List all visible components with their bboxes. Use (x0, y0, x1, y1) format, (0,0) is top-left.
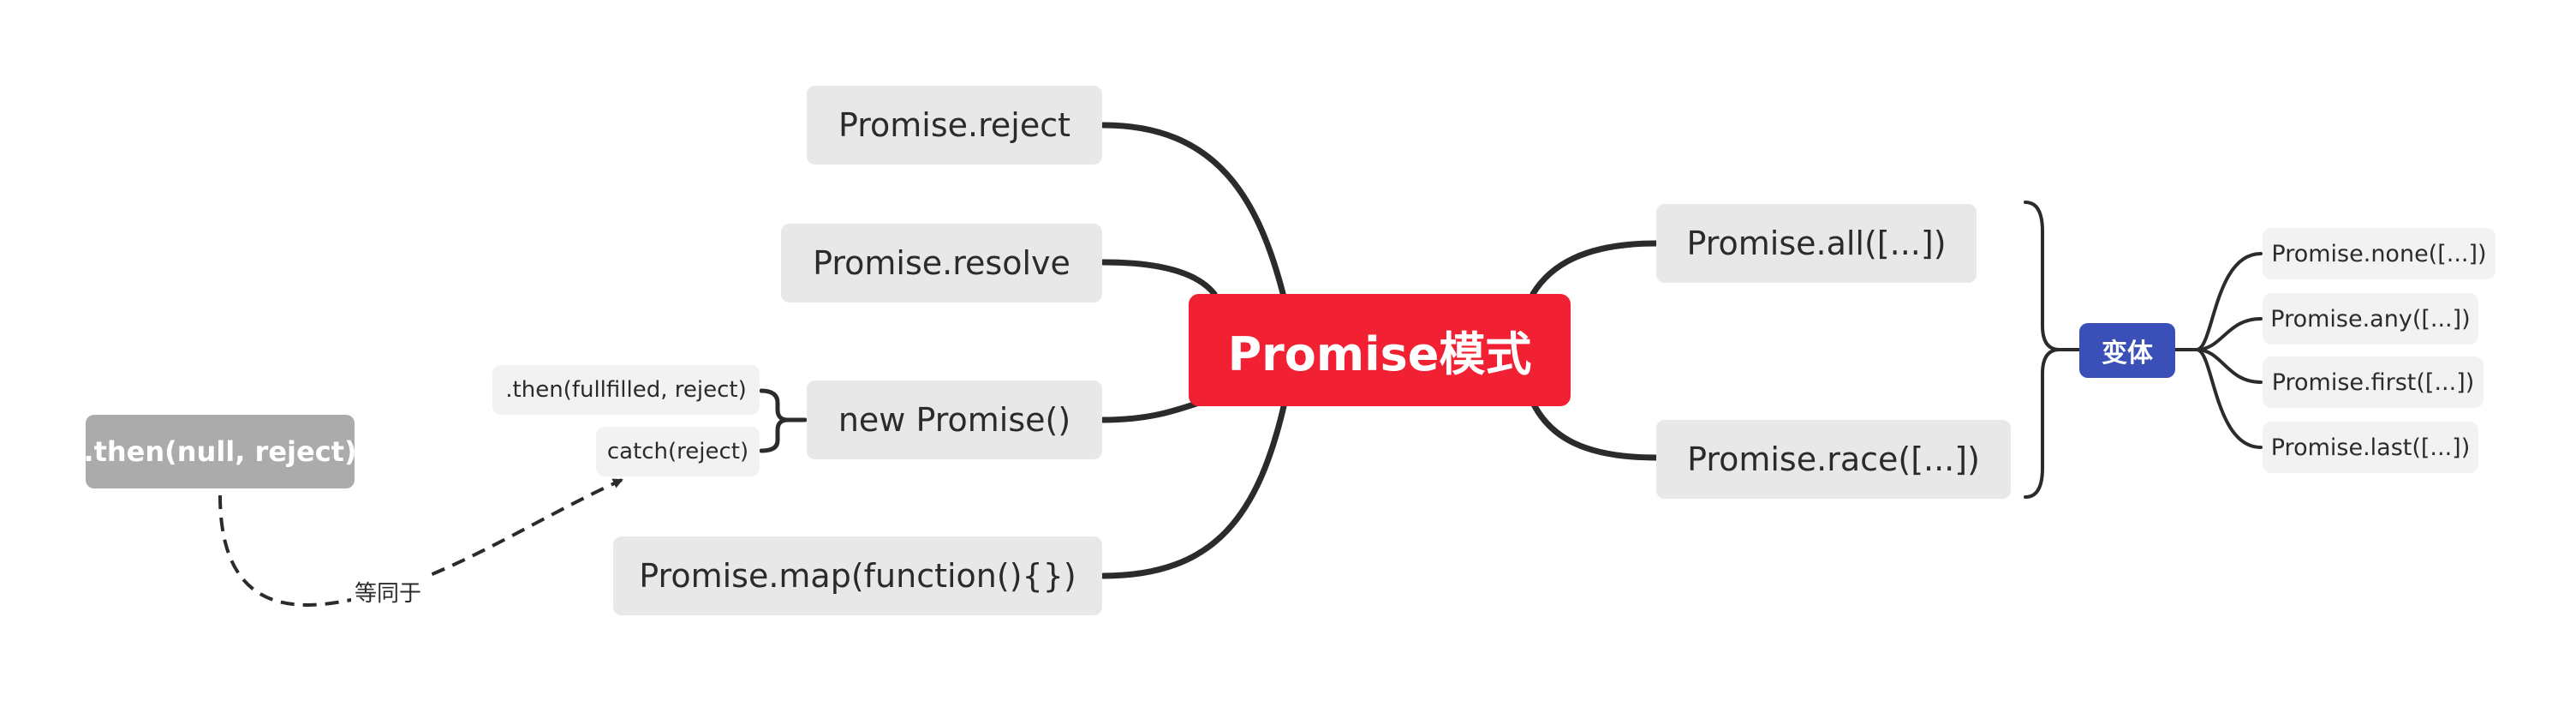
new-promise-bracket (759, 388, 808, 453)
summary-item-promise-any[interactable]: Promise.any([...]) (2263, 293, 2478, 345)
branch-resolve (1100, 259, 1218, 297)
branch-race (1530, 399, 1660, 461)
summary-item-promise-first[interactable]: Promise.first([...]) (2263, 356, 2484, 408)
branch-reject (1100, 122, 1288, 303)
branch-map (1100, 399, 1288, 579)
topic-label: Promise.race([...]) (1687, 440, 1980, 478)
topic-label: Promise.all([...]) (1686, 225, 1947, 262)
topic-promise-reject[interactable]: Promise.reject (807, 86, 1102, 165)
subtopic-label: .then(fullfilled, reject) (505, 377, 747, 403)
summary-label: 变体 (2102, 339, 2153, 368)
central-topic[interactable]: Promise模式 (1189, 294, 1571, 406)
summary-item-promise-last[interactable]: Promise.last([...]) (2263, 422, 2478, 473)
topic-promise-map[interactable]: Promise.map(function(){}) (613, 536, 1102, 615)
summary-item-line-4 (2195, 348, 2263, 449)
floating-topic-label: .then(null, reject) (83, 435, 357, 468)
summary-item-line-1 (2174, 252, 2263, 351)
topic-label: Promise.resolve (813, 244, 1070, 282)
summary-item-label: Promise.none([...]) (2271, 240, 2487, 267)
topic-promise-race[interactable]: Promise.race([...]) (1656, 420, 2011, 499)
subtopic-then-fullfilled[interactable]: .then(fullfilled, reject) (492, 365, 760, 415)
topic-label: new Promise() (838, 401, 1071, 439)
summary-brace (2024, 201, 2060, 499)
subtopic-catch-reject[interactable]: catch(reject) (596, 427, 760, 476)
summary-item-label: Promise.first([...]) (2271, 368, 2475, 396)
summary-topic[interactable]: 变体 (2079, 323, 2175, 378)
topic-promise-all[interactable]: Promise.all([...]) (1656, 204, 1977, 283)
subtopic-label: catch(reject) (606, 439, 749, 464)
summary-item-label: Promise.any([...]) (2270, 305, 2471, 333)
relationship-label: 等同于 (351, 576, 426, 608)
branch-new-promise (1100, 399, 1202, 423)
topic-new-promise[interactable]: new Promise() (807, 380, 1102, 459)
topic-label: Promise.map(function(){}) (639, 557, 1076, 595)
floating-topic-then-null-reject[interactable]: .then(null, reject) (83, 415, 357, 488)
central-topic-label: Promise模式 (1227, 327, 1532, 381)
topic-label: Promise.reject (838, 106, 1070, 144)
summary-item-label: Promise.last([...]) (2270, 434, 2471, 461)
topic-promise-resolve[interactable]: Promise.resolve (781, 224, 1102, 303)
branch-all (1530, 240, 1660, 297)
summary-item-promise-none[interactable]: Promise.none([...]) (2263, 228, 2496, 279)
